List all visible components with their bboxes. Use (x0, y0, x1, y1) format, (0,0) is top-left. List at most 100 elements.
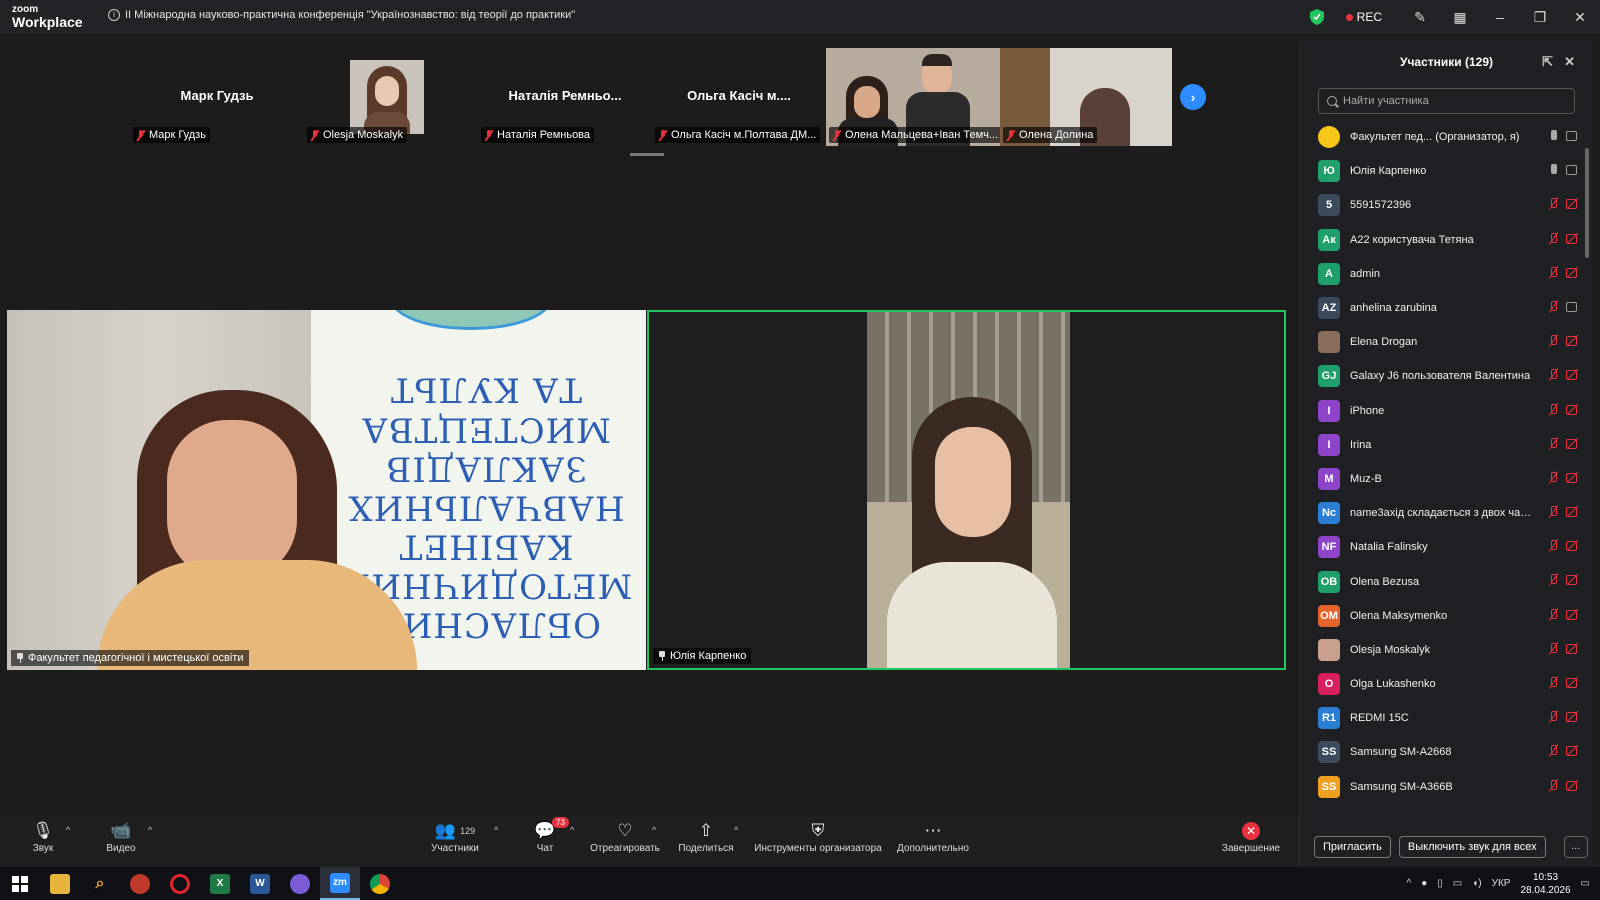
microphone-muted-icon[interactable] (1548, 334, 1558, 347)
participant-row[interactable]: Olesja Moskalyk (1300, 633, 1580, 667)
camera-icon[interactable] (1566, 301, 1580, 312)
thumb-tile[interactable]: Марк Гудзь Марк Гудзь (130, 48, 304, 146)
thumb-tile[interactable]: Ольга Касіч м.... Ольга Касіч м.Полтава … (652, 48, 826, 146)
participant-row[interactable]: IiPhone (1300, 394, 1580, 428)
participant-row[interactable]: OM Olena Maksymenko (1300, 599, 1580, 633)
thumb-tile[interactable]: Наталія Ремньо... Наталія Ремньова (478, 48, 652, 146)
participant-row[interactable]: Факультет пед... (Организатор, я) (1300, 120, 1580, 154)
video-tile-left[interactable]: ОБЛАСНИЙ МЕТОДИЧНИЙ КАБІНЕТ НАВЧАЛЬНИХ З… (7, 310, 646, 670)
participant-row[interactable]: NF Natalia Falinsky (1300, 530, 1580, 564)
participant-row[interactable]: GJ Galaxy J6 пользователя Валентина (1300, 359, 1580, 393)
taskbar-app[interactable] (120, 867, 160, 900)
camera-off-icon[interactable] (1566, 506, 1580, 518)
notification-icon[interactable]: ▭ (1581, 878, 1590, 889)
microphone-muted-icon[interactable] (1548, 744, 1558, 757)
microphone-muted-icon[interactable] (1548, 266, 1558, 279)
camera-off-icon[interactable] (1566, 745, 1580, 757)
taskbar-search[interactable]: ⌕ (80, 867, 120, 900)
camera-off-icon[interactable] (1566, 609, 1580, 620)
minimize-icon[interactable]: – (1480, 0, 1520, 34)
meeting-info[interactable]: i ІІ Міжнародна науково-практична конфер… (108, 9, 575, 21)
microphone-muted-icon[interactable] (1548, 608, 1558, 621)
info-icon[interactable]: i (108, 9, 120, 21)
more-options-button[interactable]: ... (1563, 836, 1588, 858)
clock[interactable]: 10:53 28.04.2026 (1520, 871, 1570, 897)
annotate-icon[interactable]: ✎ (1400, 0, 1440, 34)
invite-button[interactable]: Пригласить (1314, 836, 1391, 858)
close-panel-icon[interactable]: ✕ (1564, 54, 1575, 70)
language-indicator[interactable]: УКР (1492, 878, 1511, 889)
tray-zoom-icon[interactable]: ● (1421, 878, 1427, 889)
host-tools-button[interactable]: ⛨ Инструменты организатора (752, 819, 884, 854)
participant-row[interactable]: AZ anhelina zarubina (1300, 291, 1580, 325)
view-grid-icon[interactable]: ▦ (1440, 0, 1480, 34)
participant-row[interactable]: OB Olena Bezusa (1300, 564, 1580, 598)
microphone-muted-icon[interactable] (1548, 300, 1558, 313)
participant-row[interactable]: Ю Юлія Карпенко (1300, 154, 1580, 188)
camera-off-icon[interactable] (1566, 404, 1580, 415)
camera-off-icon[interactable] (1566, 267, 1580, 278)
share-button[interactable]: ⇧ Поделиться (678, 819, 734, 854)
video-options-caret[interactable]: ^ (148, 825, 152, 835)
participant-row[interactable]: M Muz-B (1300, 462, 1580, 496)
audio-button[interactable]: 🎙 Звук (28, 819, 58, 854)
microphone-muted-icon[interactable] (1548, 539, 1558, 552)
popout-icon[interactable]: ⇱ (1542, 54, 1553, 70)
camera-off-icon[interactable] (1566, 574, 1580, 586)
battery-icon[interactable]: ▯ (1437, 878, 1443, 889)
participant-row[interactable]: Aadmin (1300, 257, 1580, 291)
next-page-button[interactable]: › (1180, 84, 1206, 110)
participant-row[interactable]: Ак A22 користувача Тетяна (1300, 223, 1580, 257)
tray-chevron-icon[interactable]: ^ (1407, 878, 1412, 889)
thumb-tile[interactable]: Olesja Moskalyk (304, 48, 478, 146)
start-button[interactable] (0, 867, 40, 900)
camera-off-icon[interactable] (1566, 677, 1580, 688)
microphone-icon[interactable] (1548, 129, 1558, 142)
encryption-shield-icon[interactable] (1309, 9, 1324, 25)
camera-off-icon[interactable] (1566, 233, 1580, 244)
audio-options-caret[interactable]: ^ (66, 825, 70, 835)
camera-off-icon[interactable] (1566, 198, 1580, 210)
chat-caret[interactable]: ^ (570, 825, 574, 835)
camera-off-icon[interactable] (1566, 711, 1580, 723)
camera-icon[interactable] (1566, 164, 1580, 176)
microphone-muted-icon[interactable] (1548, 710, 1558, 723)
microphone-muted-icon[interactable] (1548, 505, 1558, 518)
microphone-muted-icon[interactable] (1548, 642, 1558, 655)
participant-row[interactable]: Elena Drogan (1300, 325, 1580, 359)
microphone-muted-icon[interactable] (1548, 437, 1558, 450)
scrollbar[interactable] (1585, 148, 1589, 258)
microphone-icon[interactable] (1548, 163, 1558, 176)
react-caret[interactable]: ^ (652, 825, 656, 835)
taskbar-chrome[interactable] (360, 867, 400, 900)
video-button[interactable]: 📹 Видео (104, 819, 138, 854)
more-button[interactable]: ⋯ Дополнительно (896, 819, 970, 854)
microphone-muted-icon[interactable] (1548, 471, 1558, 484)
taskbar-opera[interactable] (160, 867, 200, 900)
microphone-muted-icon[interactable] (1548, 403, 1558, 416)
mute-all-button[interactable]: Выключить звук для всех (1398, 836, 1546, 858)
participant-row[interactable]: SS Samsung SM-A2668 (1300, 735, 1580, 769)
microphone-muted-icon[interactable] (1548, 368, 1558, 381)
camera-off-icon[interactable] (1566, 472, 1580, 483)
taskbar-zoom[interactable]: zm (320, 867, 360, 900)
search-box[interactable] (1318, 88, 1575, 114)
camera-off-icon[interactable] (1566, 780, 1580, 791)
video-tile-right[interactable]: Юлія Карпенко (647, 310, 1286, 670)
participant-row[interactable]: O Olga Lukashenko (1300, 667, 1580, 701)
camera-off-icon[interactable] (1566, 643, 1580, 654)
end-meeting-button[interactable]: ✕ Завершение (1220, 819, 1282, 854)
camera-off-icon[interactable] (1566, 438, 1580, 449)
microphone-muted-icon[interactable] (1548, 676, 1558, 689)
close-icon[interactable]: ✕ (1560, 0, 1600, 34)
participants-caret[interactable]: ^ (494, 825, 498, 835)
camera-off-icon[interactable] (1566, 369, 1580, 381)
chat-button[interactable]: 💬 73 Чат (530, 817, 569, 854)
participants-button[interactable]: 👥 129 Участники (425, 819, 485, 854)
volume-icon[interactable]: ◖) (1472, 878, 1481, 889)
taskbar-excel[interactable]: X (200, 867, 240, 900)
microphone-muted-icon[interactable] (1548, 197, 1558, 210)
thumb-tile[interactable]: Олена Долина (1000, 48, 1172, 146)
restore-icon[interactable]: ❐ (1520, 0, 1560, 34)
search-input[interactable] (1343, 95, 1563, 107)
